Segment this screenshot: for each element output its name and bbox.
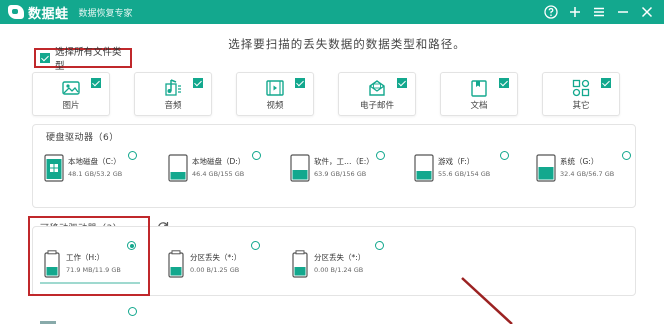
drive-e-size: 63.9 GB/156 GB (314, 170, 367, 178)
audio-icon (165, 79, 181, 96)
document-icon (471, 80, 487, 97)
drive-d-size: 46.4 GB/155 GB (192, 170, 245, 178)
file-type-image-label: 图片 (62, 101, 80, 111)
removable-lost-1-radio[interactable] (251, 241, 260, 250)
file-type-other-label: 其它 (572, 101, 590, 111)
drive-f-size: 55.6 GB/154 GB (438, 170, 491, 178)
file-type-document-checkbox[interactable] (499, 78, 509, 88)
drive-c-name: 本地磁盘（C:） (68, 157, 121, 166)
file-type-video[interactable]: 视频 (236, 72, 314, 116)
app-logo: 数据蛙 数据恢复专家 (8, 3, 133, 22)
recycle-bin-radio[interactable] (128, 307, 137, 316)
select-all-label: 选择所有文件类型 (55, 47, 122, 72)
highlight-box (28, 216, 150, 296)
windows-drive-icon (44, 154, 64, 182)
file-type-email-label: 电子邮件 (359, 101, 394, 111)
file-type-other-checkbox[interactable] (601, 78, 611, 88)
app-name: 数据蛙 (28, 6, 69, 22)
select-all-checkbox[interactable]: 选择所有文件类型 (34, 47, 132, 72)
select-all-check-icon[interactable] (40, 53, 50, 63)
file-type-video-label: 视频 (266, 101, 284, 111)
drive-c-radio[interactable] (128, 151, 137, 160)
image-icon (62, 81, 80, 95)
recycle-bin-icon (40, 321, 56, 324)
removable-lost-1-name: 分区丢失（*:） (190, 253, 242, 262)
title-bar: 数据蛙 数据恢复专家 (0, 0, 664, 24)
help-icon[interactable] (542, 3, 560, 21)
other-icon (572, 79, 590, 97)
plus-icon[interactable] (566, 3, 584, 21)
file-type-audio-checkbox[interactable] (193, 78, 203, 88)
drive-d-radio[interactable] (252, 151, 261, 160)
recycle-bin-item[interactable] (38, 314, 58, 324)
drive-item-d[interactable]: 本地磁盘（D:） 46.4 GB/155 GB (168, 152, 278, 192)
removable-lost-2-name: 分区丢失（*:） (314, 253, 366, 262)
file-type-audio[interactable]: 音频 (134, 72, 212, 116)
minimize-icon[interactable] (614, 3, 632, 21)
drive-g-name: 系统（G:） (560, 157, 599, 166)
drive-g-radio[interactable] (622, 151, 631, 160)
hard-drive-section-title: 硬盘驱动器（6） (46, 133, 119, 143)
hard-drive-icon (168, 154, 188, 182)
usb-drive-icon (168, 250, 184, 278)
file-type-document-label: 文档 (470, 101, 488, 111)
file-type-image-checkbox[interactable] (91, 78, 101, 88)
video-icon (266, 80, 284, 96)
app-subtitle: 数据恢复专家 (78, 8, 133, 19)
drive-d-name: 本地磁盘（D:） (192, 157, 246, 166)
drive-c-size: 48.1 GB/53.2 GB (68, 170, 123, 178)
close-icon[interactable] (638, 3, 656, 21)
file-type-email[interactable]: 电子邮件 (338, 72, 416, 116)
file-type-other[interactable]: 其它 (542, 72, 620, 116)
drive-item-c[interactable]: 本地磁盘（C:） 48.1 GB/53.2 GB (44, 152, 154, 192)
menu-icon[interactable] (590, 3, 608, 21)
file-type-list: 图片 音频 视频 电子邮件 文档 其它 (32, 72, 632, 116)
drive-g-size: 32.4 GB/56.7 GB (560, 170, 615, 178)
drive-f-radio[interactable] (500, 151, 509, 160)
file-type-document[interactable]: 文档 (440, 72, 518, 116)
file-type-image[interactable]: 图片 (32, 72, 110, 116)
drive-f-name: 游戏（F:） (438, 157, 475, 166)
usb-drive-icon (292, 250, 308, 278)
email-icon (369, 80, 385, 96)
hard-drive-icon (290, 154, 310, 182)
removable-drive-lost-1[interactable]: 分区丢失（*:） 0.00 B/1.25 GB (166, 248, 276, 288)
removable-lost-1-size: 0.00 B/1.25 GB (190, 266, 240, 274)
removable-lost-2-size: 0.00 B/1.24 GB (314, 266, 364, 274)
frog-logo-icon (8, 5, 24, 19)
removable-drive-lost-2[interactable]: 分区丢失（*:） 0.00 B/1.24 GB (290, 248, 400, 288)
file-type-audio-label: 音频 (164, 101, 182, 111)
drive-e-radio[interactable] (376, 151, 385, 160)
hard-drive-icon (414, 154, 434, 182)
file-type-email-checkbox[interactable] (397, 78, 407, 88)
file-type-video-checkbox[interactable] (295, 78, 305, 88)
removable-lost-2-radio[interactable] (375, 241, 384, 250)
hard-drive-icon (536, 154, 556, 182)
window-controls (536, 0, 664, 24)
drive-e-name: 软件，工…（E:） (314, 157, 374, 166)
